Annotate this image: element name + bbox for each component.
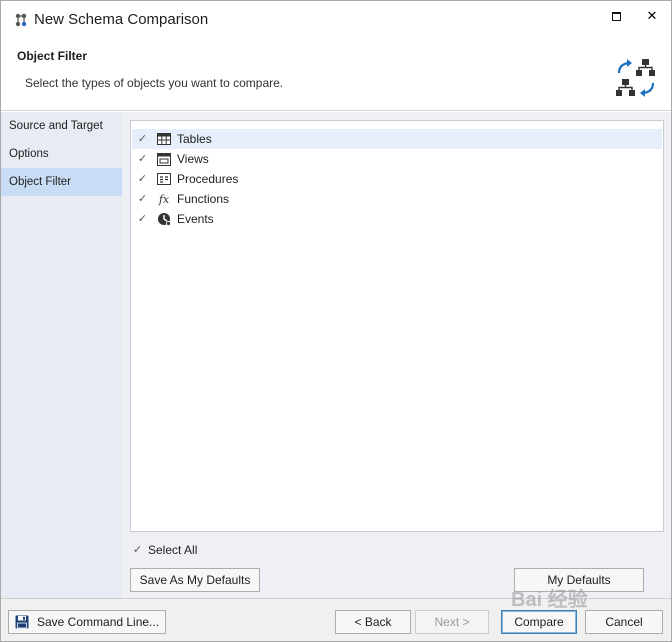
save-command-line-button[interactable]: Save Command Line... [8,610,166,634]
sidebar-item-options[interactable]: Options [1,140,122,168]
sidebar-item-source-and-target[interactable]: Source and Target [1,112,122,140]
function-glyph: fx [158,192,170,206]
close-icon: ✕ [646,8,658,23]
cancel-button[interactable]: Cancel [585,610,663,634]
select-all-checkbox-row[interactable]: ✓ Select All [130,541,197,559]
object-type-list: ✓ Tables ✓ Views ✓ Procedures ✓ fx Funct… [130,120,664,532]
list-item-functions[interactable]: ✓ fx Functions [132,189,662,209]
close-button[interactable]: ✕ [639,5,665,27]
list-item-label: Events [177,212,214,226]
sidebar-item-object-filter[interactable]: Object Filter [1,168,122,196]
list-item-label: Views [177,152,209,166]
view-icon [157,152,171,166]
wizard-footer: Save Command Line... < Back Next > Compa… [1,598,671,641]
table-icon [157,132,171,146]
save-command-line-label: Save Command Line... [37,615,160,629]
list-item-label: Functions [177,192,230,206]
views-checkbox[interactable]: ✓ [136,153,149,166]
schema-compare-icon [616,59,655,97]
object-filter-panel: ✓ Tables ✓ Views ✓ Procedures ✓ fx Funct… [122,112,671,598]
list-item-events[interactable]: ✓ Events [132,209,662,229]
my-defaults-button[interactable]: My Defaults [514,568,644,592]
schema-comparison-window: New Schema Comparison ✕ Object Filter Se… [0,0,672,642]
event-icon [157,212,171,226]
select-all-checkbox[interactable]: ✓ [131,544,144,557]
page-header: Object Filter Select the types of object… [1,39,671,111]
list-item-procedures[interactable]: ✓ Procedures [132,169,662,189]
next-button[interactable]: Next > [415,610,489,634]
maximize-button[interactable] [603,5,629,27]
wizard-content: Source and Target Options Object Filter … [1,112,671,598]
procedures-checkbox[interactable]: ✓ [136,173,149,186]
page-title: Object Filter [17,49,88,63]
maximize-icon [611,11,621,21]
window-title: New Schema Comparison [34,11,209,28]
title-bar: New Schema Comparison ✕ [1,1,671,39]
functions-checkbox[interactable]: ✓ [136,193,149,206]
list-item-label: Tables [177,132,212,146]
list-item-label: Procedures [177,172,239,186]
list-item-views[interactable]: ✓ Views [132,149,662,169]
page-description: Select the types of objects you want to … [25,76,284,90]
save-as-my-defaults-button[interactable]: Save As My Defaults [130,568,260,592]
function-icon: fx [157,192,171,206]
sidebar-item-label: Object Filter [9,176,71,188]
schema-comparison-app-icon [15,13,27,27]
compare-button[interactable]: Compare [501,610,577,634]
sidebar-item-label: Source and Target [9,120,103,132]
procedure-icon [157,172,171,186]
events-checkbox[interactable]: ✓ [136,213,149,226]
select-all-label: Select All [148,543,198,557]
list-item-tables[interactable]: ✓ Tables [132,129,662,149]
tables-checkbox[interactable]: ✓ [136,133,149,146]
sidebar-item-label: Options [9,148,49,160]
save-disk-icon [15,615,29,629]
back-button[interactable]: < Back [335,610,411,634]
wizard-sidebar: Source and Target Options Object Filter [1,112,122,598]
